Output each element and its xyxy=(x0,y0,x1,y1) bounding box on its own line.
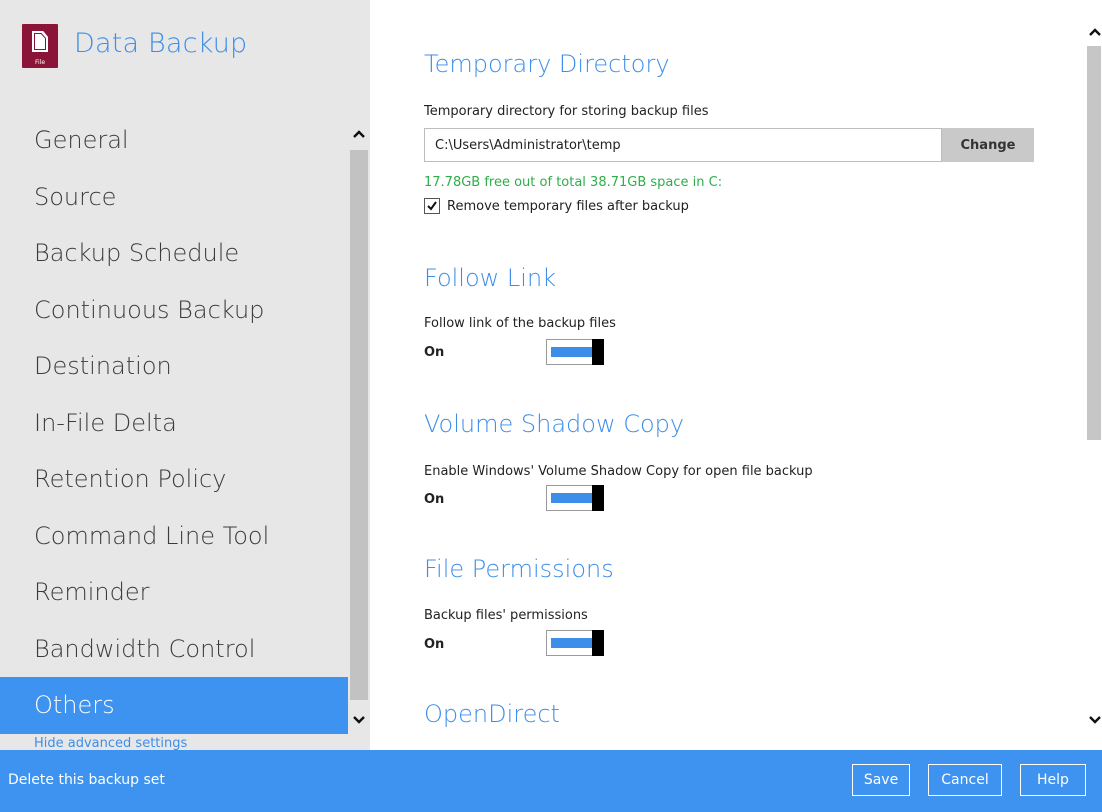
scroll-up-arrow-icon[interactable] xyxy=(1086,26,1102,40)
scroll-up-arrow-icon[interactable] xyxy=(350,128,368,142)
sidebar-scrollbar[interactable] xyxy=(348,126,370,732)
follow-link-toggle[interactable] xyxy=(546,339,604,365)
hide-advanced-settings-link[interactable]: Hide advanced settings xyxy=(34,736,187,750)
follow-link-description: Follow link of the backup files xyxy=(424,316,616,331)
follow-link-title: Follow Link xyxy=(424,264,557,292)
toggle-knob xyxy=(592,485,604,511)
sidebar-scrollbar-thumb[interactable] xyxy=(350,150,368,700)
main-scrollbar[interactable] xyxy=(1084,28,1102,728)
cancel-button[interactable]: Cancel xyxy=(928,764,1002,796)
toggle-fill xyxy=(551,347,593,357)
main-content: Temporary Directory Temporary directory … xyxy=(370,0,1102,750)
temporary-directory-title: Temporary Directory xyxy=(424,50,670,78)
volume-shadow-copy-state-label: On xyxy=(424,492,445,507)
remove-temp-files-label: Remove temporary files after backup xyxy=(447,198,689,214)
sidebar-item-command-line-tool[interactable]: Command Line Tool xyxy=(0,508,348,565)
sidebar-item-general[interactable]: General xyxy=(0,112,348,169)
sidebar-item-in-file-delta[interactable]: In-File Delta xyxy=(0,395,348,452)
open-direct-title: OpenDirect xyxy=(424,700,560,728)
delete-backup-set-link[interactable]: Delete this backup set xyxy=(8,772,165,788)
sidebar: File Data Backup General Source Backup S… xyxy=(0,0,370,750)
help-button[interactable]: Help xyxy=(1020,764,1086,796)
save-button[interactable]: Save xyxy=(852,764,910,796)
free-space-text: 17.78GB free out of total 38.71GB space … xyxy=(424,175,723,190)
toggle-fill xyxy=(551,493,593,503)
change-button[interactable]: Change xyxy=(942,128,1034,162)
toggle-knob xyxy=(592,630,604,656)
sidebar-item-bandwidth-control[interactable]: Bandwidth Control xyxy=(0,621,348,678)
sidebar-item-reminder[interactable]: Reminder xyxy=(0,564,348,621)
sidebar-item-destination[interactable]: Destination xyxy=(0,338,348,395)
scroll-down-arrow-icon[interactable] xyxy=(350,714,368,728)
sidebar-item-continuous-backup[interactable]: Continuous Backup xyxy=(0,282,348,339)
volume-shadow-copy-toggle[interactable] xyxy=(546,485,604,511)
temporary-directory-input[interactable] xyxy=(424,128,942,162)
main-scrollbar-thumb[interactable] xyxy=(1087,46,1101,440)
checkbox-checked-icon[interactable] xyxy=(424,198,440,214)
toggle-knob xyxy=(592,339,604,365)
sidebar-header: File Data Backup xyxy=(22,24,247,84)
temporary-directory-description: Temporary directory for storing backup f… xyxy=(424,104,709,119)
volume-shadow-copy-description: Enable Windows' Volume Shadow Copy for o… xyxy=(424,464,813,479)
sidebar-item-others[interactable]: Others xyxy=(0,677,348,734)
file-permissions-toggle[interactable] xyxy=(546,630,604,656)
volume-shadow-copy-title: Volume Shadow Copy xyxy=(424,410,685,438)
follow-link-state-label: On xyxy=(424,345,445,360)
settings-nav: General Source Backup Schedule Continuou… xyxy=(0,112,348,734)
sidebar-item-source[interactable]: Source xyxy=(0,169,348,226)
file-icon-caption: File xyxy=(34,59,46,66)
scroll-down-arrow-icon[interactable] xyxy=(1086,714,1102,728)
file-permissions-state-label: On xyxy=(424,637,445,652)
remove-temp-files-checkbox[interactable]: Remove temporary files after backup xyxy=(424,198,689,214)
footer-bar: Delete this backup set Save Cancel Help xyxy=(0,750,1102,812)
file-icon: File xyxy=(22,24,58,68)
toggle-fill xyxy=(551,638,593,648)
file-permissions-description: Backup files' permissions xyxy=(424,608,588,623)
sidebar-item-retention-policy[interactable]: Retention Policy xyxy=(0,451,348,508)
file-permissions-title: File Permissions xyxy=(424,555,614,583)
sidebar-item-backup-schedule[interactable]: Backup Schedule xyxy=(0,225,348,282)
app-title: Data Backup xyxy=(74,28,248,59)
